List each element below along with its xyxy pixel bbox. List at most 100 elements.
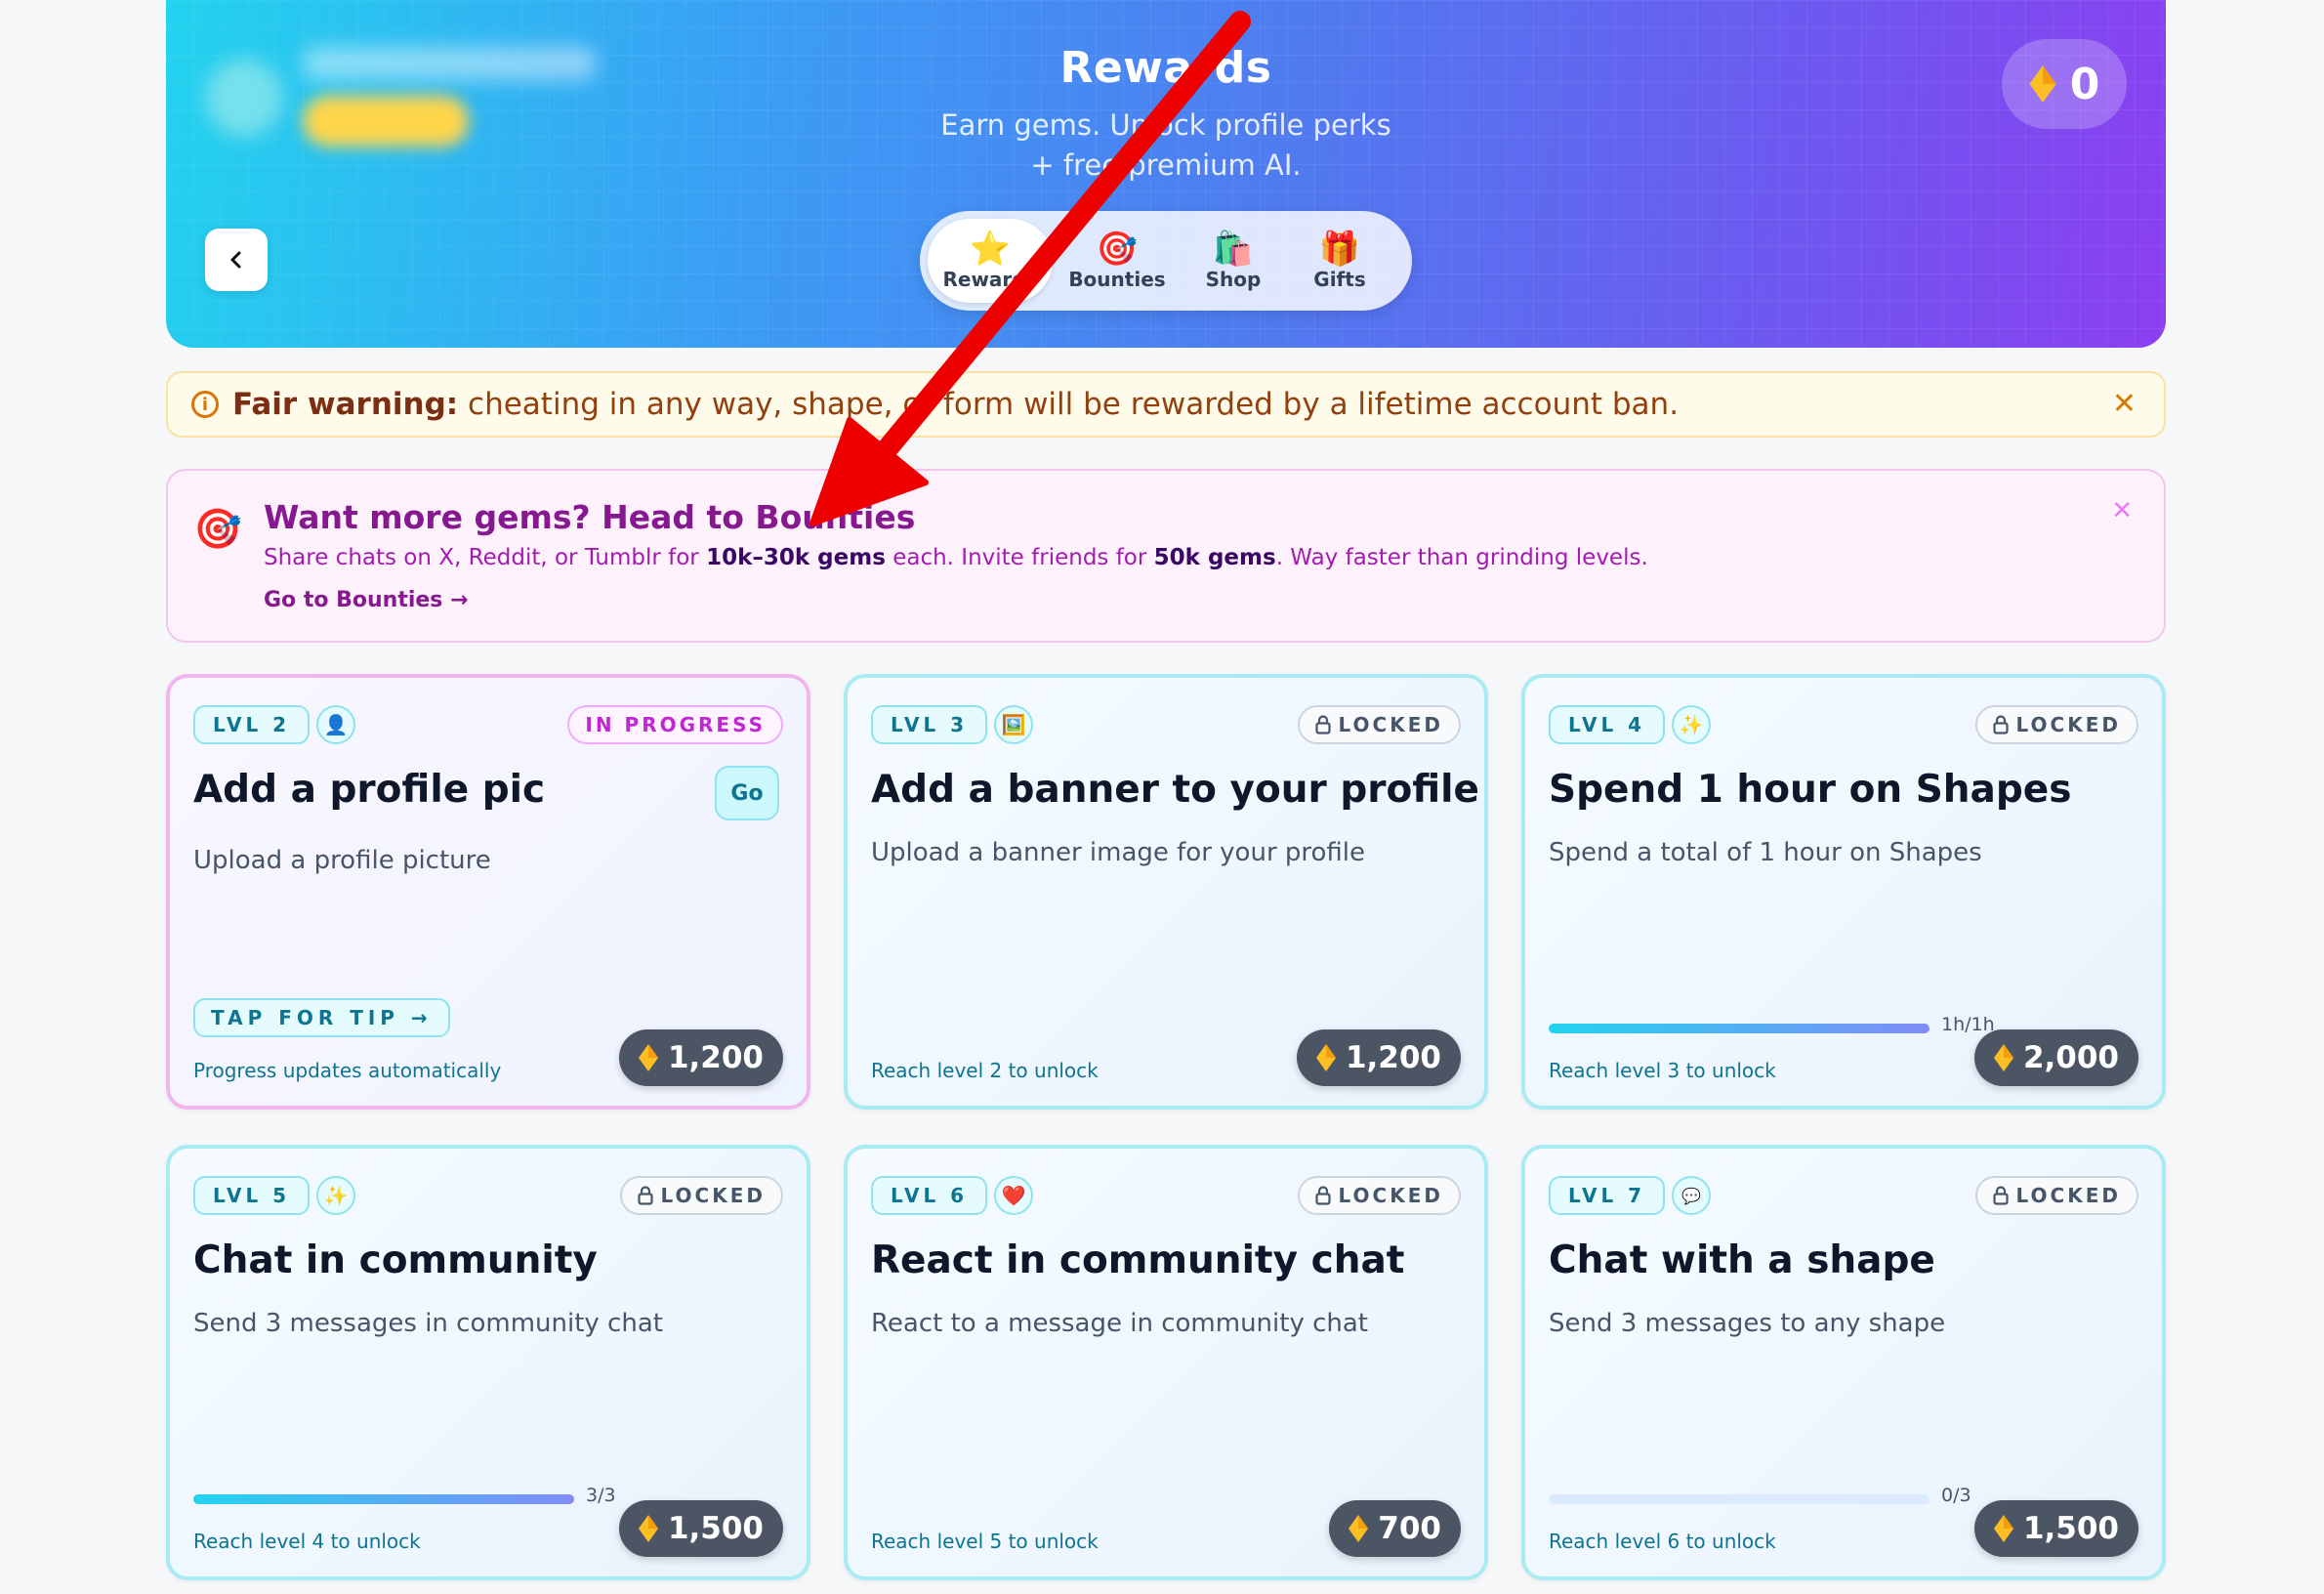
quest-description: Spend a total of 1 hour on Shapes: [1549, 838, 1982, 867]
quest-title: Chat in community: [193, 1238, 598, 1282]
target-icon: 🎯: [1096, 230, 1139, 269]
quest-description: React to a message in community chat: [871, 1309, 1369, 1338]
status-badge: LOCKED: [1297, 1176, 1461, 1215]
gem-icon: [2029, 65, 2056, 103]
reward-badge: 700: [1329, 1500, 1461, 1557]
tab-shop[interactable]: 🛍️ Shop: [1182, 219, 1285, 303]
rewards-page: Rewards Earn gems. Unlock profile perks …: [166, 0, 2166, 1580]
progress-label: 0/3: [1941, 1485, 1971, 1506]
reward-badge: 2,000: [1973, 1029, 2138, 1086]
tab-label: Shop: [1205, 268, 1262, 291]
promo-desc-highlight: 10k–30k gems: [706, 545, 886, 570]
status-label: LOCKED: [2015, 713, 2121, 736]
quest-title: Add a banner to your profile: [871, 768, 1479, 812]
quest-footer: Reach level 2 to unlock: [871, 1059, 1099, 1082]
lock-icon: [1314, 1186, 1331, 1205]
promo-desc-text: Share chats on X, Reddit, or Tumblr for: [264, 545, 707, 570]
warning-text: Fair warning: cheating in any way, shape…: [232, 387, 1679, 422]
tab-bounties[interactable]: 🎯 Bounties: [1057, 219, 1178, 303]
go-to-bounties-link[interactable]: Go to Bounties →: [264, 588, 469, 612]
quest-card[interactable]: LVL 4 ✨ LOCKED Spend 1 hour on Shapes Sp…: [1521, 674, 2166, 1110]
status-badge: LOCKED: [1974, 1176, 2138, 1215]
quest-footer: Reach level 6 to unlock: [1549, 1530, 1776, 1553]
go-button[interactable]: Go: [715, 766, 779, 820]
gem-icon: [638, 1515, 658, 1542]
progress-fill: [193, 1494, 574, 1504]
warning-body: cheating in any way, shape, or form will…: [468, 387, 1680, 422]
tab-label: Gifts: [1313, 268, 1366, 291]
subtitle-line-2: + free premium AI.: [1030, 148, 1302, 182]
rewards-tabs: ⭐ Rewards 🎯 Bounties 🛍️ Shop 🎁 Gifts: [920, 211, 1412, 311]
progress-label: 3/3: [586, 1485, 616, 1506]
page-title: Rewards: [1059, 43, 1272, 93]
tab-gifts[interactable]: 🎁 Gifts: [1289, 219, 1390, 303]
quest-title: Spend 1 hour on Shapes: [1549, 768, 2072, 812]
level-badge: LVL 4: [1549, 705, 1666, 744]
rewards-header: Rewards Earn gems. Unlock profile perks …: [166, 0, 2166, 348]
subtitle-line-1: Earn gems. Unlock profile perks: [940, 108, 1391, 142]
warning-prefix: Fair warning:: [232, 387, 459, 422]
quest-card[interactable]: LVL 3 🖼️ LOCKED Add a banner to your pro…: [844, 674, 1488, 1110]
star-icon: ⭐: [969, 230, 1012, 269]
progress-label: 1h/1h: [1941, 1014, 1995, 1035]
level-badge: LVL 2: [193, 705, 311, 744]
progress-bar: [193, 1494, 574, 1504]
lock-icon: [637, 1186, 653, 1205]
quest-card[interactable]: LVL 7 💬 LOCKED Chat with a shape Send 3 …: [1521, 1145, 2166, 1580]
gem-icon: [638, 1044, 658, 1071]
status-label: LOCKED: [1338, 1184, 1443, 1207]
info-icon: i: [191, 391, 219, 418]
status-badge: IN PROGRESS: [567, 705, 783, 744]
quest-description: Send 3 messages in community chat: [193, 1309, 663, 1338]
back-button[interactable]: [205, 229, 268, 291]
quest-card[interactable]: LVL 5 ✨ LOCKED Chat in community Send 3 …: [166, 1145, 810, 1580]
reward-amount: 2,000: [2022, 1040, 2119, 1075]
person-icon: 👤: [316, 705, 355, 744]
promo-desc-text: each. Invite friends for: [885, 545, 1154, 570]
lock-icon: [1992, 1186, 2009, 1205]
heart-icon: ❤️: [994, 1176, 1033, 1215]
tap-for-tip-button[interactable]: TAP FOR TIP →: [193, 998, 450, 1037]
quest-title: React in community chat: [871, 1238, 1405, 1282]
progress-bar: [1549, 1494, 1930, 1504]
promo-description: Share chats on X, Reddit, or Tumblr for …: [264, 545, 1648, 570]
reward-amount: 700: [1378, 1511, 1441, 1546]
quest-description: Upload a banner image for your profile: [871, 838, 1366, 867]
quest-footer: Progress updates automatically: [193, 1059, 502, 1082]
quest-title: Chat with a shape: [1549, 1238, 1935, 1282]
sparkles-icon: ✨: [316, 1176, 355, 1215]
reward-badge: 1,200: [618, 1029, 783, 1086]
progress-fill: [1549, 1024, 1930, 1033]
gem-icon: [1993, 1044, 2013, 1071]
status-badge: LOCKED: [619, 1176, 783, 1215]
status-badge: LOCKED: [1297, 705, 1461, 744]
speech-bubble-icon: 💬: [1672, 1176, 1711, 1215]
reward-amount: 1,500: [667, 1511, 764, 1546]
quest-card[interactable]: LVL 6 ❤️ LOCKED React in community chat …: [844, 1145, 1488, 1580]
promo-desc-text: . Way faster than grinding levels.: [1275, 545, 1648, 570]
promo-title: Want more gems? Head to Bounties: [264, 498, 916, 536]
reward-badge: 1,200: [1296, 1029, 1461, 1086]
warning-banner: i Fair warning: cheating in any way, sha…: [166, 371, 2166, 438]
status-label: LOCKED: [2015, 1184, 2121, 1207]
gem-count: 0: [2069, 59, 2100, 109]
reward-badge: 1,500: [1973, 1500, 2138, 1557]
close-icon[interactable]: ✕: [2112, 387, 2137, 421]
reward-amount: 1,200: [1345, 1040, 1441, 1075]
quest-card[interactable]: LVL 2 👤 IN PROGRESS Add a profile pic Go…: [166, 674, 810, 1110]
level-badge: LVL 7: [1549, 1176, 1666, 1215]
status-label: LOCKED: [1338, 713, 1443, 736]
quest-description: Upload a profile picture: [193, 846, 491, 875]
gem-counter[interactable]: 0: [2002, 39, 2127, 129]
chevron-left-icon: [230, 251, 241, 269]
close-icon[interactable]: ✕: [2111, 496, 2133, 525]
gem-icon: [1315, 1044, 1336, 1071]
tab-label: Rewards: [942, 268, 1038, 291]
lock-icon: [1314, 715, 1331, 734]
bounties-promo: 🎯 Want more gems? Head to Bounties Share…: [166, 469, 2166, 643]
gift-icon: 🎁: [1318, 230, 1361, 269]
level-badge: LVL 3: [871, 705, 988, 744]
tab-rewards[interactable]: ⭐ Rewards: [928, 219, 1053, 303]
quest-footer: Reach level 5 to unlock: [871, 1530, 1099, 1553]
tab-label: Bounties: [1068, 268, 1166, 291]
